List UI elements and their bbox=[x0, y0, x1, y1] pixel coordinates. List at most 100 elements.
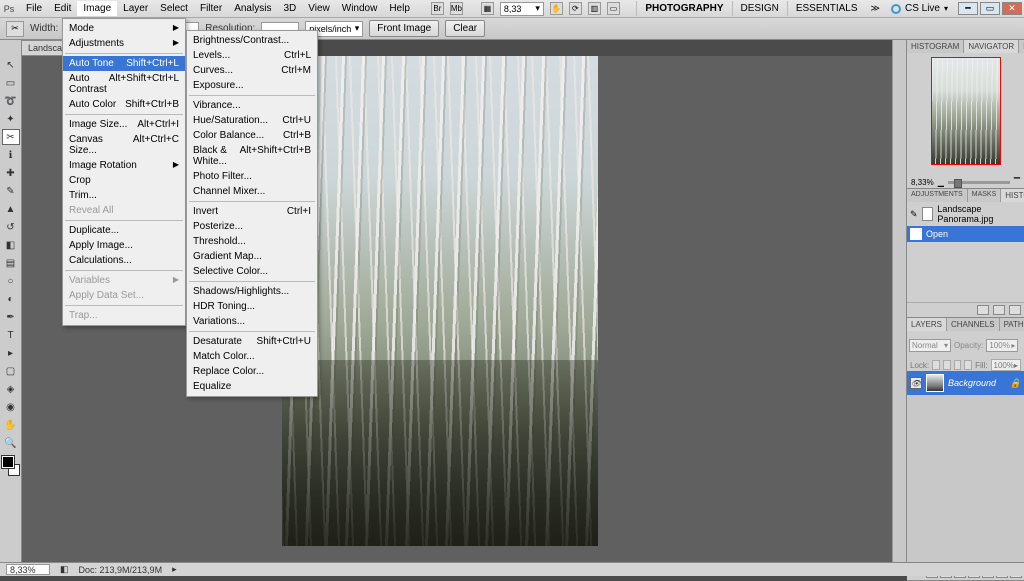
submenu-item-replace-color-[interactable]: Replace Color... bbox=[187, 364, 317, 379]
lock-position-icon[interactable] bbox=[954, 360, 962, 370]
tab-layers[interactable]: LAYERS bbox=[907, 318, 947, 331]
layer-row-background[interactable]: 👁 Background 🔒 bbox=[907, 371, 1024, 395]
front-image-button[interactable]: Front Image bbox=[369, 20, 439, 37]
lock-all-icon[interactable] bbox=[964, 360, 972, 370]
layer-visibility-icon[interactable]: 👁 bbox=[910, 377, 922, 389]
menu-image[interactable]: Image bbox=[77, 1, 117, 16]
marquee-tool[interactable]: ▭ bbox=[2, 75, 20, 91]
menu-item-trap-[interactable]: Trap... bbox=[63, 308, 185, 323]
history-state-open[interactable]: Open bbox=[907, 226, 1024, 242]
visibility-icon[interactable]: ✎ bbox=[910, 209, 918, 220]
shape-tool[interactable]: ▢ bbox=[2, 363, 20, 379]
workspace-essentials[interactable]: ESSENTIALS bbox=[787, 1, 866, 16]
foreground-color-swatch[interactable] bbox=[2, 456, 14, 468]
launch-bridge-icon[interactable]: Br bbox=[431, 2, 444, 15]
fill-input[interactable]: 100%▸ bbox=[991, 359, 1021, 371]
submenu-item-posterize-[interactable]: Posterize... bbox=[187, 219, 317, 234]
menu-analysis[interactable]: Analysis bbox=[228, 1, 277, 16]
submenu-item-vibrance-[interactable]: Vibrance... bbox=[187, 98, 317, 113]
menu-item-canvas-size-[interactable]: Canvas Size...Alt+Ctrl+C bbox=[63, 132, 185, 158]
menu-item-apply-data-set-[interactable]: Apply Data Set... bbox=[63, 288, 185, 303]
workspace-more-icon[interactable]: ≫ bbox=[866, 3, 885, 14]
menu-item-reveal-all[interactable]: Reveal All bbox=[63, 203, 185, 218]
tab-channels[interactable]: CHANNELS bbox=[947, 318, 1000, 331]
tab-paths[interactable]: PATHS bbox=[1000, 318, 1024, 331]
3d-tool[interactable]: ◈ bbox=[2, 381, 20, 397]
menu-3d[interactable]: 3D bbox=[277, 1, 302, 16]
blend-mode-select[interactable]: Normal▾ bbox=[909, 339, 951, 352]
menu-item-calculations-[interactable]: Calculations... bbox=[63, 253, 185, 268]
3d-camera-tool[interactable]: ◉ bbox=[2, 399, 20, 415]
submenu-item-exposure-[interactable]: Exposure... bbox=[187, 78, 317, 93]
layer-thumbnail[interactable] bbox=[926, 374, 944, 392]
arrange-docs-icon[interactable]: ▥ bbox=[588, 2, 601, 15]
menu-filter[interactable]: Filter bbox=[194, 1, 228, 16]
eraser-tool[interactable]: ◧ bbox=[2, 237, 20, 253]
lasso-tool[interactable]: ➰ bbox=[2, 93, 20, 109]
status-zoom-input[interactable]: 8,33% bbox=[6, 564, 50, 575]
tab-history[interactable]: HISTORY bbox=[1001, 189, 1024, 202]
submenu-item-equalize[interactable]: Equalize bbox=[187, 379, 317, 394]
collapsed-dock[interactable] bbox=[892, 40, 906, 562]
menu-window[interactable]: Window bbox=[336, 1, 384, 16]
clone-stamp-tool[interactable]: ▲ bbox=[2, 201, 20, 217]
history-brush-tool[interactable]: ↺ bbox=[2, 219, 20, 235]
menu-item-auto-tone[interactable]: Auto ToneShift+Ctrl+L bbox=[63, 56, 185, 71]
hand-tool-icon[interactable]: ✋ bbox=[550, 2, 563, 15]
submenu-item-photo-filter-[interactable]: Photo Filter... bbox=[187, 169, 317, 184]
menu-item-variables[interactable]: Variables▶ bbox=[63, 273, 185, 288]
workspace-photography[interactable]: PHOTOGRAPHY bbox=[636, 1, 731, 16]
submenu-item-gradient-map-[interactable]: Gradient Map... bbox=[187, 249, 317, 264]
menu-item-image-size-[interactable]: Image Size...Alt+Ctrl+I bbox=[63, 117, 185, 132]
opacity-input[interactable]: 100%▸ bbox=[986, 339, 1018, 352]
submenu-item-curves-[interactable]: Curves...Ctrl+M bbox=[187, 63, 317, 78]
menu-item-trim-[interactable]: Trim... bbox=[63, 188, 185, 203]
tab-navigator[interactable]: NAVIGATOR bbox=[964, 40, 1019, 53]
tab-adjustments[interactable]: ADJUSTMENTS bbox=[907, 189, 968, 202]
zoom-level-dropdown[interactable]: 8,33▾ bbox=[500, 2, 544, 16]
navigator-thumbnail[interactable] bbox=[931, 57, 1001, 165]
submenu-item-desaturate[interactable]: DesaturateShift+Ctrl+U bbox=[187, 334, 317, 349]
zoom-tool[interactable]: 🔍 bbox=[2, 435, 20, 451]
window-close-button[interactable]: ✕ bbox=[1002, 2, 1022, 15]
eyedropper-tool[interactable]: ℹ bbox=[2, 147, 20, 163]
quick-select-tool[interactable]: ✦ bbox=[2, 111, 20, 127]
color-swatches[interactable] bbox=[2, 456, 20, 476]
zoom-out-icon[interactable]: ▁ bbox=[938, 178, 944, 187]
status-scrub-icon[interactable]: ◧ bbox=[60, 564, 69, 575]
document-canvas[interactable] bbox=[282, 56, 598, 546]
menu-help[interactable]: Help bbox=[383, 1, 416, 16]
screen-mode-icon[interactable]: ▭ bbox=[607, 2, 620, 15]
submenu-item-black-white-[interactable]: Black & White...Alt+Shift+Ctrl+B bbox=[187, 143, 317, 169]
path-select-tool[interactable]: ▸ bbox=[2, 345, 20, 361]
submenu-item-color-balance-[interactable]: Color Balance...Ctrl+B bbox=[187, 128, 317, 143]
menu-item-duplicate-[interactable]: Duplicate... bbox=[63, 223, 185, 238]
menu-layer[interactable]: Layer bbox=[117, 1, 154, 16]
gradient-tool[interactable]: ▤ bbox=[2, 255, 20, 271]
menu-view[interactable]: View bbox=[302, 1, 336, 16]
lock-pixels-icon[interactable] bbox=[943, 360, 951, 370]
menu-item-auto-contrast[interactable]: Auto ContrastAlt+Shift+Ctrl+L bbox=[63, 71, 185, 97]
lock-transparent-icon[interactable] bbox=[932, 360, 940, 370]
submenu-item-variations-[interactable]: Variations... bbox=[187, 314, 317, 329]
submenu-item-levels-[interactable]: Levels...Ctrl+L bbox=[187, 48, 317, 63]
move-tool[interactable]: ↖ bbox=[2, 57, 20, 73]
mini-bridge-icon[interactable]: Mb bbox=[450, 2, 463, 15]
submenu-item-shadows-highlights-[interactable]: Shadows/Highlights... bbox=[187, 284, 317, 299]
tab-histogram[interactable]: HISTOGRAM bbox=[907, 40, 964, 53]
navigator-zoom-slider[interactable] bbox=[948, 181, 1010, 184]
rotate-view-icon[interactable]: ⟳ bbox=[569, 2, 582, 15]
menu-edit[interactable]: Edit bbox=[48, 1, 77, 16]
crop-tool[interactable]: ✂ bbox=[2, 129, 20, 145]
menu-item-adjustments[interactable]: Adjustments▶ bbox=[63, 36, 185, 51]
dodge-tool[interactable]: ◐ bbox=[2, 291, 20, 307]
menu-item-crop[interactable]: Crop bbox=[63, 173, 185, 188]
workspace-design[interactable]: DESIGN bbox=[732, 1, 787, 16]
active-tool-icon[interactable]: ✂ bbox=[6, 21, 24, 37]
clear-button[interactable]: Clear bbox=[445, 20, 485, 37]
tab-info[interactable]: INFO bbox=[1019, 40, 1024, 53]
cs-live-menu[interactable]: CS Live▾ bbox=[885, 3, 954, 14]
hand-tool[interactable]: ✋ bbox=[2, 417, 20, 433]
submenu-item-threshold-[interactable]: Threshold... bbox=[187, 234, 317, 249]
menu-item-apply-image-[interactable]: Apply Image... bbox=[63, 238, 185, 253]
